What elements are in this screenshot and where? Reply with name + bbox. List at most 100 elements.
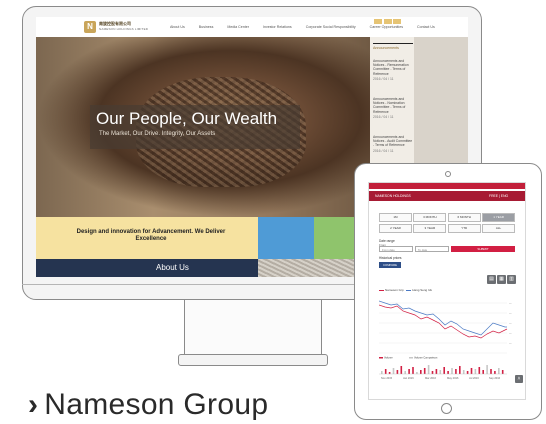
stock-price-chart: — — — — — Volume Volume Comparison Nov 2015… xyxy=(379,300,512,380)
utility-buttons xyxy=(374,19,401,24)
period-button[interactable]: 3 MONTH xyxy=(413,213,447,222)
volume-bar xyxy=(384,369,387,374)
download-icon[interactable]: ▥ xyxy=(507,275,516,284)
nav-item-investor[interactable]: Investor Relations xyxy=(263,25,292,29)
sidebar-heading-rule xyxy=(373,43,413,44)
search-button[interactable] xyxy=(393,19,401,24)
nav-item-about[interactable]: About Us xyxy=(170,25,185,29)
tablet-top-strip xyxy=(369,183,525,189)
svg-text:—: — xyxy=(509,312,512,315)
x-tick: Mar 2016 xyxy=(425,376,437,380)
x-axis-ticks: Nov 2015 Jan 2016 Mar 2016 May 2016 Jul … xyxy=(381,376,501,380)
to-date-input[interactable]: To date xyxy=(415,246,449,252)
nav-item-contact[interactable]: Contact Us xyxy=(417,25,435,29)
volume-bar xyxy=(490,369,492,374)
period-selector: 1M 3 MONTH 6 MONTH 1 YEAR 2 YEAR 3 YEAR … xyxy=(379,213,515,233)
x-tick: Sep 2016 xyxy=(489,376,501,380)
x-tick: May 2016 xyxy=(447,376,459,380)
logo-chinese-text: 南旋控股有限公司 xyxy=(99,21,131,26)
period-button-active[interactable]: 1 YEAR xyxy=(482,213,515,222)
x-tick: Jan 2016 xyxy=(403,376,414,380)
x-tick: Nov 2015 xyxy=(381,376,393,380)
series-line-blue xyxy=(379,300,507,336)
sidebar-subheading: Announcements xyxy=(373,46,399,50)
compare-button[interactable]: COMPARE xyxy=(379,262,401,268)
tablet-stock-chart-screenshot: NAMESON HOLDINGS FREE | ENG 1M 3 MONTH 6… xyxy=(368,182,526,400)
volume-bars xyxy=(381,365,504,374)
volume-bar xyxy=(501,370,504,374)
announcement-item[interactable]: Announcements and Notices - Remuneration… xyxy=(373,59,413,81)
svg-text:—: — xyxy=(509,332,512,335)
volume-bar xyxy=(420,370,422,374)
volume-bar xyxy=(443,367,445,374)
nav-item-business[interactable]: Business xyxy=(199,25,214,29)
period-button[interactable]: 2 YEAR xyxy=(379,223,412,233)
x-tick: Jul 2016 xyxy=(469,376,479,380)
caption-text: Nameson Group xyxy=(44,388,269,421)
announcement-title: Announcements and Notices - Remuneration… xyxy=(373,59,409,76)
nav-item-csr[interactable]: Corporate Social Responsibility xyxy=(306,25,356,29)
table-icon[interactable]: ▦ xyxy=(497,275,506,284)
announcement-title: Announcements and Notices - Nomination C… xyxy=(373,97,406,114)
legend-swatch-blue xyxy=(406,289,412,291)
language-button[interactable] xyxy=(374,19,382,24)
nav-item-media[interactable]: Media Center xyxy=(227,25,249,29)
volume-bar xyxy=(404,371,406,374)
tablet-header-title: NAMESON HOLDINGS xyxy=(375,194,411,198)
announcement-date: 2016 / 04 / 11 xyxy=(373,148,394,153)
tablet-home-button xyxy=(441,403,452,414)
print-icon[interactable]: ▤ xyxy=(487,275,496,284)
volume-bar xyxy=(447,371,449,374)
company-logo-icon[interactable]: N xyxy=(84,21,96,33)
volume-bar xyxy=(423,368,426,374)
language-button[interactable] xyxy=(383,19,392,24)
volume-bar xyxy=(486,365,488,374)
chevron-right-icon: › xyxy=(28,388,39,421)
comparison-label: Historical prices xyxy=(379,256,402,260)
period-button[interactable]: 3 YEAR xyxy=(413,223,447,233)
period-button[interactable]: ALL xyxy=(482,223,515,233)
announcement-item[interactable]: Announcements and Notices - Audit Commit… xyxy=(373,135,413,153)
volume-bar xyxy=(431,371,434,374)
chart-legend: Nameson Grp Hang Seng Idx xyxy=(379,288,432,292)
blue-tile[interactable] xyxy=(258,217,314,259)
volume-bar xyxy=(462,370,465,374)
tablet-header-links[interactable]: FREE | ENG xyxy=(489,194,508,198)
legend-series-1: Nameson Grp xyxy=(385,288,404,292)
announcement-item[interactable]: Announcements and Notices - Nomination C… xyxy=(373,97,413,119)
volume-bar xyxy=(466,371,469,374)
volume-bar xyxy=(381,371,383,374)
y-axis-ticks: — — — — — xyxy=(509,302,512,345)
volume-bar xyxy=(478,367,481,374)
monitor-stand-neck xyxy=(184,300,322,354)
tagline-text: Design and innovation for Advancement. W… xyxy=(76,229,226,242)
project-caption: › Nameson Group xyxy=(28,388,268,422)
volume-bar xyxy=(435,369,438,374)
volume-bar xyxy=(412,367,414,374)
nav-item-careers[interactable]: Career Opportunities xyxy=(370,25,403,29)
svg-text:—: — xyxy=(509,342,512,345)
about-us-band[interactable] xyxy=(36,259,258,277)
volume-bar xyxy=(455,369,457,374)
logo-english-text: NAMESON HOLDINGS LIMITED xyxy=(99,27,149,31)
volume-bar xyxy=(474,369,477,374)
volume-bar xyxy=(396,370,399,374)
volume-bar xyxy=(470,368,473,374)
volume-bar xyxy=(400,366,403,374)
volume-bar xyxy=(459,366,461,374)
from-date-input[interactable]: From date xyxy=(379,246,413,252)
announcement-title: Announcements and Notices - Audit Commit… xyxy=(373,135,413,148)
monitor-stand-base xyxy=(178,354,328,366)
period-button[interactable]: YTD xyxy=(447,223,481,233)
period-button[interactable]: 1M xyxy=(379,213,412,222)
main-navigation: About Us Business Media Center Investor … xyxy=(170,25,435,29)
svg-text:—: — xyxy=(509,322,512,325)
volume-bar xyxy=(439,370,442,374)
period-button[interactable]: 6 MONTH xyxy=(447,213,481,222)
submit-button[interactable]: SUBMIT xyxy=(451,246,515,252)
hero-title: Our People, Our Wealth xyxy=(96,109,278,128)
volume-bar xyxy=(408,369,410,374)
volume-legend-2: Volume Comparison xyxy=(414,356,438,360)
volume-bar xyxy=(482,370,484,374)
chart-scroll-up-icon[interactable]: ˄ xyxy=(515,375,523,383)
